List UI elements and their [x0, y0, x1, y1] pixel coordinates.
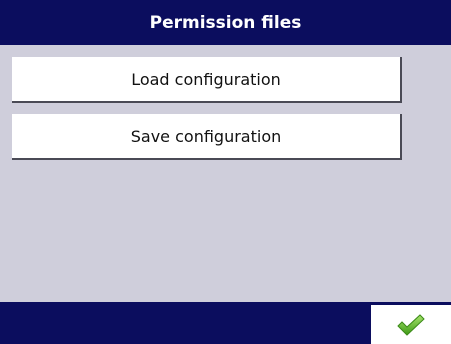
checkmark-icon: [397, 313, 425, 336]
page-title: Permission files: [0, 0, 451, 45]
screen: Permission files Load configuration Save…: [0, 0, 451, 344]
save-configuration-label: Save configuration: [130, 126, 282, 146]
load-configuration-button[interactable]: Load configuration: [12, 57, 402, 103]
confirm-button[interactable]: [371, 305, 451, 344]
load-configuration-label: Load configuration: [131, 69, 281, 89]
title-text: Permission files: [149, 12, 302, 33]
save-configuration-button[interactable]: Save configuration: [12, 114, 402, 160]
